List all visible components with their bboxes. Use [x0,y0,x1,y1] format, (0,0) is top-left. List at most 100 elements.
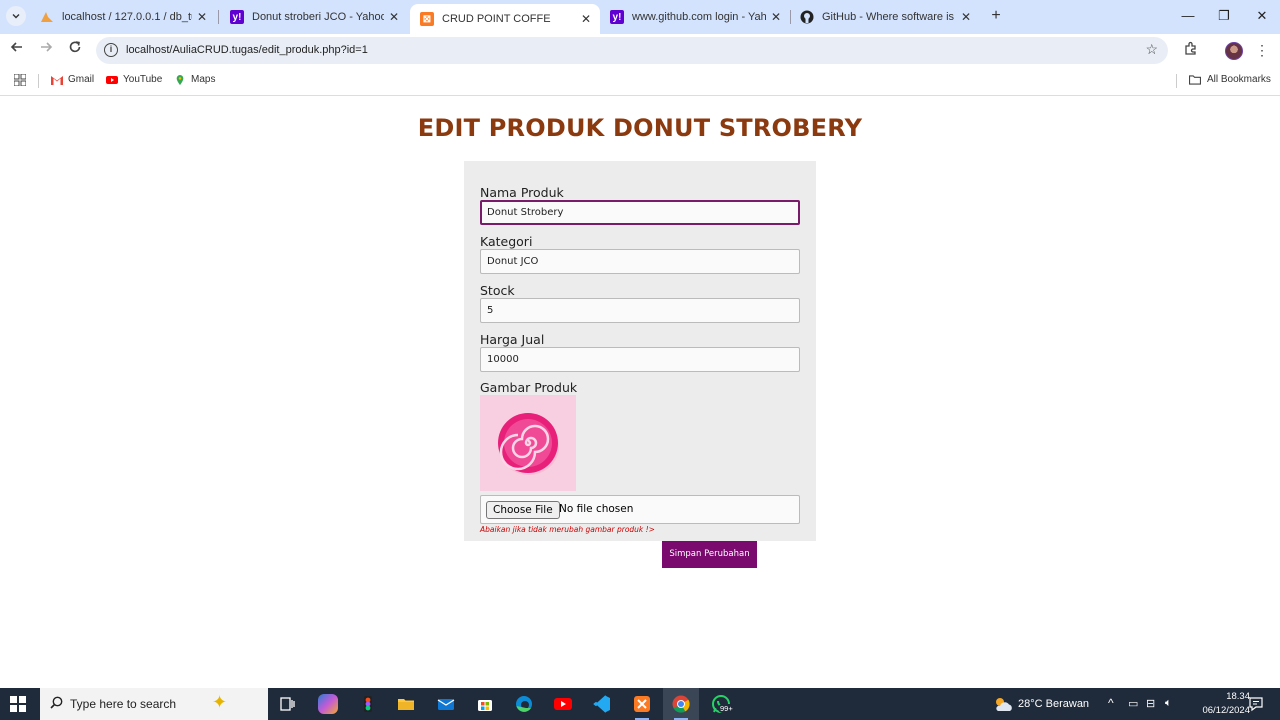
url-text: localhost/AuliaCRUD.tugas/edit_produk.ph… [126,44,368,56]
edge-icon[interactable] [514,694,534,714]
battery-icon[interactable]: ▭ [1128,697,1138,710]
back-arrow-icon[interactable] [6,40,28,60]
network-icon[interactable]: ⊟ [1146,697,1155,710]
tab-crud-point-coffe[interactable]: ⊠ CRUD POINT COFFE ✕ [410,4,600,34]
yahoo-icon: y! [230,10,244,24]
profile-avatar[interactable] [1225,42,1243,60]
tab-title: www.github.com login - Yahoo [632,11,766,23]
close-icon[interactable]: ✕ [956,10,976,24]
copilot-sparkle-icon: ✦ [212,692,228,712]
chevron-up-icon[interactable]: ^ [1108,696,1114,710]
menu-kebab-icon[interactable]: ⋮ [1253,41,1271,59]
microsoft-store-icon[interactable] [475,694,495,714]
bookmark-separator [38,74,39,88]
tab-yahoo-donut[interactable]: y! Donut stroberi JCO - Yahoo Ima ✕ [220,4,408,30]
close-icon[interactable]: ✕ [192,10,212,24]
site-info-icon[interactable]: i [104,43,118,57]
weather-text[interactable]: 28°C Berawan [1018,698,1089,710]
clock-date: 06/12/2024 [1202,705,1250,716]
product-image [480,395,576,491]
tab-search-button[interactable] [6,6,26,26]
kategori-input[interactable]: Donut JCO [480,249,800,274]
bookmark-separator [1176,74,1177,88]
address-bar[interactable]: i localhost/AuliaCRUD.tugas/edit_produk.… [96,37,1168,64]
bookmark-gmail[interactable]: Gmail [51,74,94,85]
minimize-icon[interactable]: — [1176,6,1200,26]
gambar-file-input[interactable]: Choose File No file chosen [480,495,800,524]
yahoo-icon: y! [610,10,624,24]
weather-icon[interactable] [992,696,1014,715]
nama-produk-label: Nama Produk [480,185,564,200]
taskbar-clock[interactable]: 18.34 06/12/2024 [1202,690,1250,718]
tab-title: GitHub - Where software is buil [822,11,956,23]
tab-strip: localhost / 127.0.0.1 / db_tugas ✕ y! Do… [0,0,1280,34]
bookmark-label: YouTube [123,74,163,85]
taskbar-search[interactable]: Type here to search ✦ [40,688,268,720]
forward-arrow-icon[interactable] [35,40,57,60]
mail-icon[interactable] [436,694,456,714]
browser-window: localhost / 127.0.0.1 / db_tugas ✕ y! Do… [0,0,1280,688]
notification-icon[interactable] [1248,696,1264,715]
search-placeholder: Type here to search [70,697,177,711]
maps-icon [176,74,184,85]
bookmark-maps[interactable]: Maps [174,74,215,85]
file-explorer-icon[interactable] [396,694,416,714]
all-bookmarks-label: All Bookmarks [1207,74,1271,85]
extensions-icon[interactable] [1182,41,1200,59]
bookmark-star-icon[interactable]: ☆ [1145,41,1158,58]
windows-taskbar: Type here to search ✦ 28°C Berawan ^ ▭ ⊟… [0,688,1280,720]
chevron-down-icon [12,14,20,19]
youtube-icon [106,75,118,84]
all-bookmarks[interactable]: All Bookmarks [1188,74,1271,85]
edit-product-form: Nama Produk Donut Strobery Kategori Donu… [464,161,816,541]
simpan-perubahan-button[interactable]: Simpan Perubahan [662,541,757,568]
nama-produk-input[interactable]: Donut Strobery [480,200,800,225]
close-icon[interactable]: ✕ [576,12,596,26]
browser-toolbar: i localhost/AuliaCRUD.tugas/edit_produk.… [0,34,1280,66]
copilot-icon[interactable] [318,694,338,714]
close-icon[interactable]: ✕ [384,10,404,24]
tab-title: CRUD POINT COFFE [442,13,551,25]
gmail-icon [51,75,63,85]
task-view-icon[interactable] [278,694,298,714]
clock-time: 18.34 [1226,691,1250,702]
choose-file-button[interactable]: Choose File [486,501,560,519]
vscode-icon[interactable] [592,694,612,714]
figma-icon[interactable] [358,694,378,714]
maximize-icon[interactable]: ❐ [1212,6,1236,26]
bookmark-label: Gmail [68,74,95,85]
harga-jual-label: Harga Jual [480,332,545,347]
windows-start-icon[interactable] [10,696,26,712]
file-status-text: No file chosen [559,503,634,515]
gambar-produk-label: Gambar Produk [480,380,578,395]
kategori-label: Kategori [480,234,533,249]
harga-jual-input[interactable]: 10000 [480,347,800,372]
stock-input[interactable]: 5 [480,298,800,323]
phpmyadmin-icon [40,10,54,24]
tab-github[interactable]: GitHub - Where software is buil ✕ [790,4,980,30]
bookmark-youtube[interactable]: YouTube [106,74,162,85]
bookmarks-bar: Gmail YouTube Maps All Bookmarks [0,66,1280,96]
bookmark-label: Maps [191,74,216,85]
tab-yahoo-github[interactable]: y! www.github.com login - Yahoo ✕ [600,4,790,30]
apps-grid-icon[interactable] [14,74,26,86]
github-icon [800,10,814,24]
tab-separator [218,10,219,24]
new-tab-plus-icon[interactable]: + [986,6,1006,26]
xampp-app-icon[interactable] [632,694,652,714]
tab-phpmyadmin[interactable]: localhost / 127.0.0.1 / db_tugas ✕ [30,4,216,30]
page-title: EDIT PRODUK DONUT STROBERY [417,114,863,142]
close-icon[interactable]: ✕ [766,10,786,24]
close-window-icon[interactable]: ✕ [1250,6,1274,26]
chrome-icon[interactable] [671,694,691,714]
tab-title: Donut stroberi JCO - Yahoo Ima [252,11,384,23]
image-hint-text: Abaikan jika tidak merubah gambar produk… [480,525,655,534]
reload-icon[interactable] [64,40,86,60]
whatsapp-badge: 99+ [718,704,735,713]
folder-icon [1189,74,1201,85]
volume-icon[interactable]: 🔈︎ [1165,697,1172,710]
stock-label: Stock [480,283,515,298]
page-content: EDIT PRODUK DONUT STROBERY Nama Produk D… [0,97,1280,688]
youtube-app-icon[interactable] [553,694,573,714]
tab-title: localhost / 127.0.0.1 / db_tugas [62,11,192,23]
